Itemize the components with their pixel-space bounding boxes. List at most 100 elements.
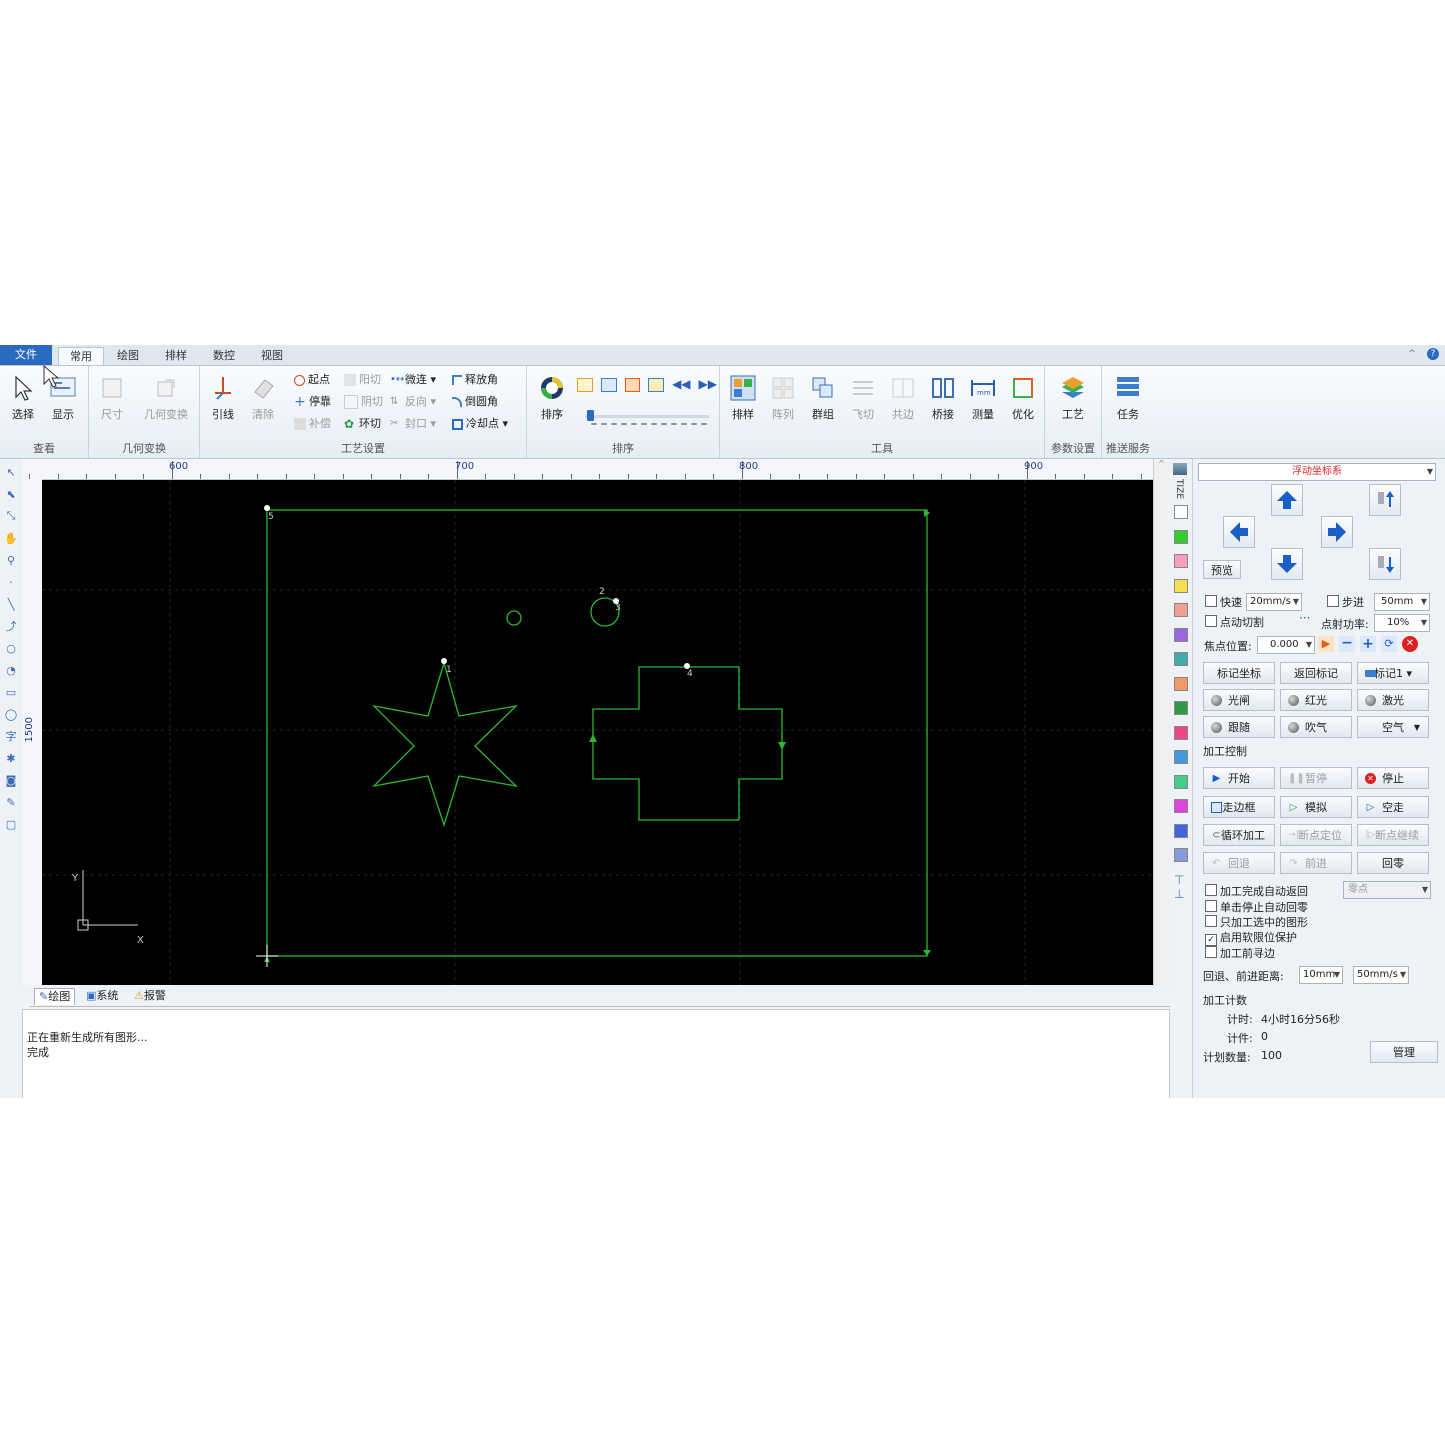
spot-cut-checkbox[interactable]: 点动切割 <box>1205 615 1264 629</box>
tab-alarm[interactable]: ⚠报警 <box>130 988 170 1004</box>
move-up-button[interactable] <box>1271 484 1303 516</box>
cooling-point-button[interactable]: 冷却点 ▾ <box>452 415 508 433</box>
breakpoint-continue-button[interactable]: |▷ 断点继续 <box>1357 824 1429 846</box>
align-bottom-icon[interactable]: ⊥ <box>1174 887 1190 901</box>
mark-coord-button[interactable]: 标记坐标 <box>1203 662 1275 684</box>
color-swatch-2[interactable] <box>1174 529 1188 544</box>
negative-cut-button[interactable]: 阴切 <box>344 393 383 411</box>
color-swatch-11[interactable] <box>1174 750 1188 765</box>
color-swatch-12[interactable] <box>1174 774 1188 789</box>
manage-button[interactable]: 管理 <box>1370 1041 1438 1063</box>
rectangle-icon[interactable]: ▭ <box>3 684 19 700</box>
arc-icon[interactable]: ◔ <box>3 662 19 678</box>
sort-mode-1-icon[interactable] <box>577 378 593 392</box>
option-checkbox-1[interactable]: 加工完成自动返回 <box>1205 884 1308 898</box>
rewind-icon[interactable]: ◀◀ <box>672 378 690 392</box>
help-icon[interactable]: ? <box>1427 348 1439 360</box>
focus-apply-icon[interactable]: ▶ <box>1318 636 1334 652</box>
move-right-button[interactable] <box>1321 516 1353 548</box>
simulate-button[interactable]: ▷ 模拟 <box>1280 796 1352 818</box>
sheet-rectangle[interactable] <box>266 509 928 957</box>
color-swatch-4[interactable] <box>1174 578 1188 593</box>
pause-button[interactable]: ❚❚ 暂停 <box>1280 767 1352 789</box>
color-swatch-15[interactable] <box>1174 848 1188 863</box>
mark1-select[interactable]: 标记1 ▾ <box>1357 662 1429 684</box>
layer-tools-icon[interactable] <box>1173 463 1187 475</box>
return-mark-button[interactable]: 返回标记 <box>1280 662 1352 684</box>
dry-run-button[interactable]: ▷ 空走 <box>1357 796 1429 818</box>
focus-plus-icon[interactable]: + <box>1360 636 1376 652</box>
round-corner-button[interactable]: 倒圆角 <box>452 393 498 411</box>
lead-button[interactable]: 引线 <box>204 372 242 432</box>
color-swatch-1[interactable] <box>1174 505 1188 520</box>
release-corner-button[interactable]: 释放角 <box>452 371 498 389</box>
step-checkbox-box[interactable] <box>1327 595 1339 607</box>
process-button[interactable]: 工艺 <box>1054 372 1092 432</box>
step-checkbox[interactable]: 步进 <box>1327 595 1364 609</box>
sort-button[interactable]: 排序 <box>533 372 571 432</box>
measure-button[interactable]: mm 测量 <box>964 372 1002 432</box>
color-swatch-7[interactable] <box>1174 652 1188 667</box>
sort-slider-handle[interactable] <box>587 410 594 421</box>
canvas-vertical-scrollbar[interactable]: ^ <box>1153 459 1169 986</box>
distance-select[interactable]: 10mm ▼ <box>1299 966 1343 984</box>
nest-button[interactable]: 排样 <box>724 372 762 432</box>
tab-drawing[interactable]: ✎绘图 <box>34 988 76 1005</box>
forward-button[interactable]: ↷ 前进 <box>1280 852 1352 874</box>
color-swatch-8[interactable] <box>1174 676 1188 691</box>
z-down-button[interactable] <box>1369 548 1401 580</box>
align-top-icon[interactable]: ⊤ <box>1174 873 1190 887</box>
option-checkbox-4[interactable]: ✓ 启用软限位保护 <box>1205 931 1297 946</box>
node-edit-icon[interactable]: ⬉ <box>3 486 19 502</box>
color-swatch-6[interactable] <box>1174 627 1188 642</box>
option-checkbox-3[interactable]: 只加工选中的图形 <box>1205 915 1308 929</box>
text-icon[interactable]: 字 <box>3 728 19 744</box>
color-swatch-5[interactable] <box>1174 603 1188 618</box>
ring-cut-button[interactable]: ✿ 环切 <box>344 415 381 433</box>
point-icon[interactable]: · <box>3 574 19 590</box>
sort-mode-4-icon[interactable] <box>648 378 665 392</box>
ellipse-icon[interactable]: ◯ <box>3 706 19 722</box>
zoom-icon[interactable]: ⚲ <box>3 552 19 568</box>
blow-button[interactable]: 吹气 <box>1280 716 1352 738</box>
preview-button[interactable]: 预览 <box>1203 560 1241 579</box>
pointer-icon[interactable]: ↖ <box>3 464 19 480</box>
zero-point-select[interactable]: 零点 ▼ <box>1343 881 1431 899</box>
sort-slider[interactable] <box>585 410 709 426</box>
frame-button[interactable]: 走边框 <box>1203 796 1275 818</box>
fast-checkbox-box[interactable] <box>1205 595 1217 607</box>
tab-draw[interactable]: 绘图 <box>108 347 148 364</box>
color-swatch-3[interactable] <box>1174 554 1188 569</box>
tab-file[interactable]: 文件 <box>0 345 52 365</box>
focus-position-select[interactable]: 0.000 ▼ <box>1257 636 1315 654</box>
move-down-button[interactable] <box>1271 548 1303 580</box>
option-checkbox-box[interactable]: ✓ <box>1205 933 1217 946</box>
scroll-up-icon[interactable]: ^ <box>1154 459 1169 468</box>
red-light-button[interactable]: 红光 <box>1280 689 1352 711</box>
collapse-ribbon-icon[interactable]: ^ <box>1406 348 1418 360</box>
color-swatch-14[interactable] <box>1174 823 1188 838</box>
z-up-button[interactable] <box>1369 484 1401 516</box>
seal-button[interactable]: ✂ 封口 ▾ <box>390 415 436 433</box>
focus-minus-icon[interactable]: − <box>1339 636 1355 652</box>
tab-nest[interactable]: 排样 <box>156 347 196 364</box>
transform-button[interactable]: 几何变换 <box>141 372 191 432</box>
back-button[interactable]: ↶ 回退 <box>1203 852 1275 874</box>
tab-system[interactable]: ▣系统 <box>82 988 122 1004</box>
option-checkbox-box[interactable] <box>1205 899 1217 912</box>
micro-joint-button[interactable]: •↔微连 ▾ <box>390 371 436 389</box>
spot-power-select[interactable]: 10% ▼ <box>1374 614 1430 632</box>
positive-cut-button[interactable]: 阳切 <box>344 371 381 389</box>
spot-cut-checkbox-box[interactable] <box>1205 615 1217 627</box>
star-shape[interactable] <box>372 660 518 828</box>
array-button[interactable]: 阵列 <box>764 372 802 432</box>
color-swatch-10[interactable] <box>1174 725 1188 740</box>
focus-refresh-icon[interactable]: ⟳ <box>1381 636 1397 652</box>
option-checkbox-box[interactable] <box>1205 915 1217 927</box>
shutter-button[interactable]: 光闸 <box>1203 689 1275 711</box>
common-edge-button[interactable]: 共边 <box>884 372 922 432</box>
stop-button[interactable]: ✕ 停止 <box>1357 767 1429 789</box>
focus-cancel-icon[interactable]: ✕ <box>1402 636 1418 652</box>
follow-button[interactable]: 跟随 <box>1203 716 1275 738</box>
tab-cnc[interactable]: 数控 <box>204 347 244 364</box>
